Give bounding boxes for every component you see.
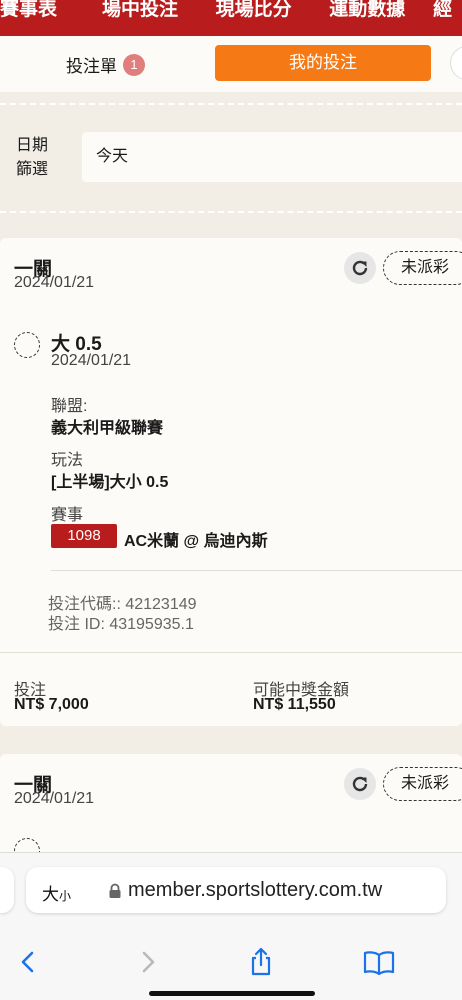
bet-date: 2024/01/21: [14, 274, 95, 291]
address-bar[interactable]: 大小 member.sportslottery.com.tw: [26, 867, 446, 913]
nav-schedule[interactable]: 賽事表: [0, 0, 102, 20]
potential-win-value: NT$ 11,550: [253, 696, 336, 713]
leg-status-icon: [14, 332, 40, 358]
refresh-button[interactable]: [344, 768, 376, 800]
tab-betslip-label: 投注單: [66, 57, 117, 76]
text-size-button[interactable]: 大小: [42, 880, 71, 905]
lock-icon: [109, 883, 121, 898]
url-text: member.sportslottery.com.tw: [128, 879, 383, 901]
previous-tab-edge[interactable]: [0, 867, 14, 913]
event-label: 賽事: [51, 507, 84, 524]
divider: [0, 103, 462, 105]
browser-toolbar: 大小 member.sportslottery.com.tw: [0, 852, 462, 1000]
match-name: AC米蘭 @ 烏迪內斯: [124, 533, 268, 550]
tab-extra-button[interactable]: [450, 46, 462, 80]
divider: [51, 570, 462, 571]
bookmarks-icon[interactable]: [362, 947, 396, 977]
stake-value: NT$ 7,000: [14, 696, 89, 713]
refresh-icon: [352, 260, 368, 276]
refresh-button[interactable]: [344, 252, 376, 284]
nav-sports-data[interactable]: 運動數據: [329, 0, 433, 20]
bet-id: 投注 ID: 43195935.1: [48, 616, 194, 633]
forward-icon[interactable]: [132, 947, 162, 977]
bet-date: 2024/01/21: [14, 790, 95, 807]
betslip-count-badge: 1: [123, 53, 145, 76]
divider: [0, 652, 462, 653]
nav-live-scores[interactable]: 現場比分: [216, 0, 330, 20]
date-filter-label-line2: 篩選: [16, 161, 49, 178]
date-filter-label-line1: 日期: [16, 137, 49, 154]
text-size-label: 大小: [42, 885, 72, 904]
top-nav: 賽事表 場中投注 現場比分 運動數據 經: [0, 0, 462, 36]
share-icon[interactable]: [246, 947, 276, 977]
match-id-badge: 1098: [51, 524, 117, 548]
bet-card: 一關 2024/01/21 未派彩 大 0.5 2024/01/21 聯盟: 義…: [0, 238, 462, 726]
league-label: 聯盟:: [51, 398, 88, 415]
nav-live-betting[interactable]: 場中投注: [102, 0, 216, 20]
tab-bar: 投注單 1 我的投注: [0, 36, 462, 92]
market-label: 玩法: [51, 452, 84, 469]
home-indicator: [149, 991, 315, 996]
leg-date: 2024/01/21: [51, 352, 132, 369]
date-filter: 日期 篩選 今天: [0, 116, 462, 212]
status-badge: 未派彩: [383, 251, 462, 285]
date-filter-select[interactable]: 今天: [82, 132, 462, 182]
market-value: [上半場]大小 0.5: [51, 474, 169, 491]
tab-my-bets[interactable]: 我的投注: [215, 45, 431, 81]
back-icon[interactable]: [14, 947, 44, 977]
status-badge: 未派彩: [383, 767, 462, 801]
nav-more[interactable]: 經: [433, 0, 462, 20]
refresh-icon: [352, 776, 368, 792]
tab-betslip[interactable]: 投注單 1: [66, 52, 145, 77]
divider: [0, 211, 462, 213]
date-filter-label: 日期 篩選: [16, 134, 48, 182]
league-value: 義大利甲級聯賽: [51, 420, 164, 437]
